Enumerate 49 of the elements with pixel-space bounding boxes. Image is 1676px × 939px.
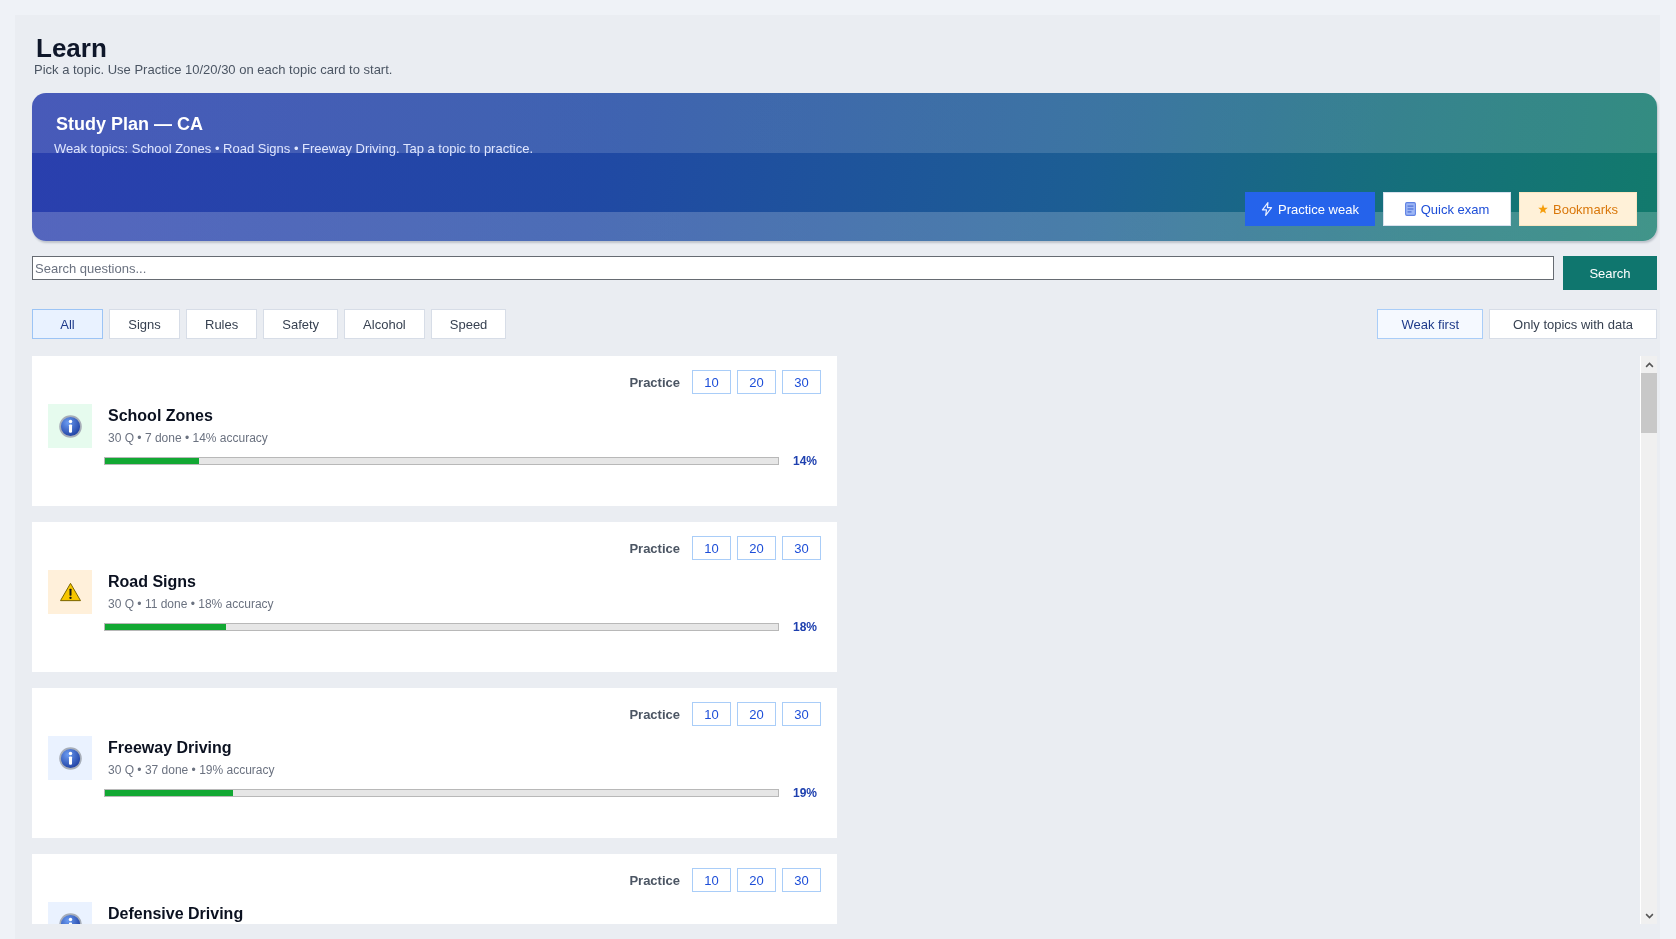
question-count-button[interactable]: 20	[737, 536, 776, 560]
question-count-button[interactable]: 30	[782, 702, 821, 726]
page-title: Learn	[36, 33, 107, 63]
filter-tab[interactable]: Rules	[186, 309, 258, 339]
question-count-button[interactable]: 20	[737, 370, 776, 394]
quick-exam-button[interactable]: Quick exam	[1383, 192, 1511, 226]
progress-percent: 14%	[792, 454, 818, 468]
page-subtitle: Pick a topic. Use Practice 10/20/30 on each topic card to start.	[34, 62, 393, 78]
topic-title: School Zones	[108, 407, 213, 425]
progress-percent: 18%	[792, 620, 818, 634]
question-count-button[interactable]: 20	[737, 702, 776, 726]
topic-title: Road Signs	[108, 573, 196, 591]
question-count-button[interactable]: 10	[692, 702, 731, 726]
question-count-button[interactable]: 30	[782, 868, 821, 892]
search-field[interactable]: Search questions...	[32, 256, 1554, 280]
filter-tab[interactable]: All	[32, 309, 103, 339]
document-icon	[1404, 202, 1416, 216]
scrollbar-thumb[interactable]	[1641, 373, 1657, 433]
toggle-button[interactable]: Weak first	[1377, 309, 1484, 339]
banner-title: Study Plan — CA	[56, 113, 203, 136]
topic-stats: 30 Q • 7 done • 14% accuracy	[108, 430, 268, 446]
practice-label: Practice	[629, 872, 680, 888]
topic-title: Freeway Driving	[108, 739, 232, 757]
question-count-button[interactable]: 10	[692, 868, 731, 892]
banner-text: Weak topics: School Zones • Road Signs • Freeway Driving. Tap a topic to practice.	[54, 141, 533, 157]
scrollbar[interactable]	[1641, 356, 1657, 924]
practice-label: Practice	[629, 706, 680, 722]
toggle-button[interactable]: Only topics with data	[1489, 309, 1657, 339]
chevron-down-icon	[1644, 912, 1654, 919]
question-count-button[interactable]: 30	[782, 370, 821, 394]
filter-tab[interactable]: Speed	[430, 309, 507, 339]
filter-tab[interactable]: Safety	[263, 309, 339, 339]
star-icon	[1538, 204, 1548, 214]
search-button[interactable]: Search	[1563, 256, 1657, 290]
chevron-up-icon	[1644, 361, 1654, 368]
question-count-button[interactable]: 30	[782, 536, 821, 560]
topic-title: Defensive Driving	[108, 905, 244, 923]
topic-stats: 30 Q • 11 done • 18% accuracy	[108, 596, 274, 612]
topic-stats: 30 Q • 37 done • 19% accuracy	[108, 762, 275, 778]
lightning-icon	[1261, 202, 1274, 216]
practice-weak-button[interactable]: Practice weak	[1245, 192, 1375, 226]
question-count-button[interactable]: 20	[737, 868, 776, 892]
question-count-button[interactable]: 10	[692, 370, 731, 394]
question-count-button[interactable]: 10	[692, 536, 731, 560]
filter-tab[interactable]: Alcohol	[344, 309, 425, 339]
practice-label: Practice	[629, 374, 680, 390]
progress-percent: 19%	[792, 786, 818, 800]
filter-tab[interactable]: Signs	[109, 309, 180, 339]
practice-label: Practice	[629, 540, 680, 556]
